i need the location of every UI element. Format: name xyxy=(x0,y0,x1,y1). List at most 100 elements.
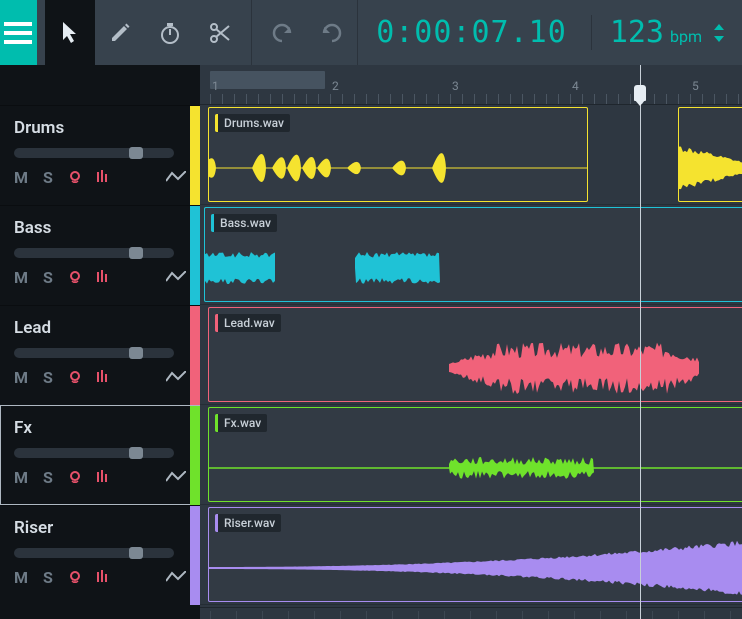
track-header[interactable]: Drums M S xyxy=(0,105,200,205)
tool-group xyxy=(37,0,245,65)
automation-icon[interactable] xyxy=(166,368,186,387)
select-tool[interactable] xyxy=(45,0,95,65)
tempo-value[interactable]: 123 xyxy=(610,15,664,50)
track-controls: M S xyxy=(14,268,186,287)
track-volume-slider[interactable] xyxy=(14,348,174,358)
slider-thumb[interactable] xyxy=(129,547,143,559)
slider-thumb[interactable] xyxy=(129,347,143,359)
track-volume-slider[interactable] xyxy=(14,148,174,158)
redo-icon xyxy=(320,23,344,43)
solo-button[interactable]: S xyxy=(43,368,54,387)
ruler-mark: 1 xyxy=(212,79,219,93)
clip-label: Drums.wav xyxy=(215,114,290,132)
mixer-icon[interactable] xyxy=(96,568,110,587)
mixer-icon[interactable] xyxy=(96,468,110,487)
history-group xyxy=(257,0,357,65)
main: Drums M S Bass M S xyxy=(0,65,742,619)
track-volume-slider[interactable] xyxy=(14,248,174,258)
mute-button[interactable]: M xyxy=(14,168,29,187)
audio-clip[interactable]: Drums.wav xyxy=(208,107,588,202)
transport-box: 0:00:07.10 123 bpm xyxy=(357,0,742,65)
track-header[interactable]: Fx M S xyxy=(0,405,200,505)
track-header[interactable]: Lead M S xyxy=(0,305,200,405)
track-name: Lead xyxy=(14,318,186,338)
ruler-mark: 5 xyxy=(692,79,699,93)
automation-icon[interactable] xyxy=(166,168,186,187)
undo-icon xyxy=(270,23,294,43)
mute-button[interactable]: M xyxy=(14,468,29,487)
solo-button[interactable]: S xyxy=(43,268,54,287)
track-controls: M S xyxy=(14,568,186,587)
track-lane[interactable]: Bass.wav xyxy=(200,205,742,305)
track-header[interactable]: Bass M S xyxy=(0,205,200,305)
record-arm-icon[interactable] xyxy=(68,468,82,487)
automation-icon[interactable] xyxy=(166,568,186,587)
automation-icon[interactable] xyxy=(166,268,186,287)
slider-thumb[interactable] xyxy=(129,147,143,159)
mute-button[interactable]: M xyxy=(14,268,29,287)
slider-thumb[interactable] xyxy=(129,247,143,259)
ruler-mark: 2 xyxy=(332,79,339,93)
solo-button[interactable]: S xyxy=(43,168,54,187)
metronome-tool[interactable] xyxy=(145,0,195,65)
ruler-mark: 4 xyxy=(572,79,579,93)
waveform xyxy=(209,538,742,597)
audio-clip[interactable]: Lead.wav xyxy=(208,307,742,402)
tempo-down[interactable] xyxy=(714,36,724,42)
mute-button[interactable]: M xyxy=(14,568,29,587)
ruler-selection[interactable] xyxy=(210,71,325,89)
track-color-chip xyxy=(190,506,200,605)
track-volume-slider[interactable] xyxy=(14,448,174,458)
automation-icon[interactable] xyxy=(166,468,186,487)
record-arm-icon[interactable] xyxy=(68,368,82,387)
mixer-icon[interactable] xyxy=(96,368,110,387)
track-list: Drums M S Bass M S xyxy=(0,65,200,619)
audio-clip[interactable]: Riser.wav xyxy=(208,507,742,602)
cut-tool[interactable] xyxy=(195,0,245,65)
track-name: Fx xyxy=(14,418,186,438)
track-lane[interactable]: Riser.wav xyxy=(200,505,742,605)
waveform xyxy=(205,238,742,297)
ruler-mark: 3 xyxy=(452,79,459,93)
lanes: Drums.wav Bass.wav Lead.wavFx.wavRiser.wav xyxy=(200,105,742,605)
track-controls: M S xyxy=(14,468,186,487)
audio-clip[interactable] xyxy=(678,107,742,202)
record-arm-icon[interactable] xyxy=(68,568,82,587)
mute-button[interactable]: M xyxy=(14,368,29,387)
clip-label: Bass.wav xyxy=(211,214,277,232)
track-color-chip xyxy=(190,406,200,505)
ruler[interactable]: 1 2 3 4 5 xyxy=(200,65,742,105)
draw-tool[interactable] xyxy=(95,0,145,65)
track-controls: M S xyxy=(14,368,186,387)
track-lane[interactable]: Fx.wav xyxy=(200,405,742,505)
timeline: 1 2 3 4 5 Drums.wav Bass.wav Lead.wavFx.wavRis… xyxy=(200,65,742,619)
redo-button[interactable] xyxy=(307,0,357,65)
slider-thumb[interactable] xyxy=(129,447,143,459)
solo-button[interactable]: S xyxy=(43,568,54,587)
track-lane[interactable]: Drums.wav xyxy=(200,105,742,205)
track-header[interactable]: Riser M S xyxy=(0,505,200,605)
tempo-up[interactable] xyxy=(714,24,724,30)
track-volume-slider[interactable] xyxy=(14,548,174,558)
track-lane[interactable]: Lead.wav xyxy=(200,305,742,405)
hamburger-menu[interactable] xyxy=(0,0,37,65)
mixer-icon[interactable] xyxy=(96,268,110,287)
undo-button[interactable] xyxy=(257,0,307,65)
solo-button[interactable]: S xyxy=(43,468,54,487)
record-arm-icon[interactable] xyxy=(68,168,82,187)
tempo-unit: bpm xyxy=(670,27,702,46)
app-header: 0:00:07.10 123 bpm xyxy=(0,0,742,65)
mixer-icon[interactable] xyxy=(96,168,110,187)
waveform xyxy=(209,438,742,497)
separator xyxy=(251,0,252,65)
record-arm-icon[interactable] xyxy=(68,268,82,287)
hamburger-icon xyxy=(4,22,32,44)
track-color-chip xyxy=(190,306,200,405)
audio-clip[interactable]: Fx.wav xyxy=(208,407,742,502)
track-name: Riser xyxy=(14,518,186,538)
track-name: Bass xyxy=(14,218,186,238)
time-display[interactable]: 0:00:07.10 xyxy=(376,15,567,50)
scissors-icon xyxy=(209,22,231,44)
audio-clip[interactable]: Bass.wav xyxy=(204,207,742,302)
waveform xyxy=(679,138,742,197)
